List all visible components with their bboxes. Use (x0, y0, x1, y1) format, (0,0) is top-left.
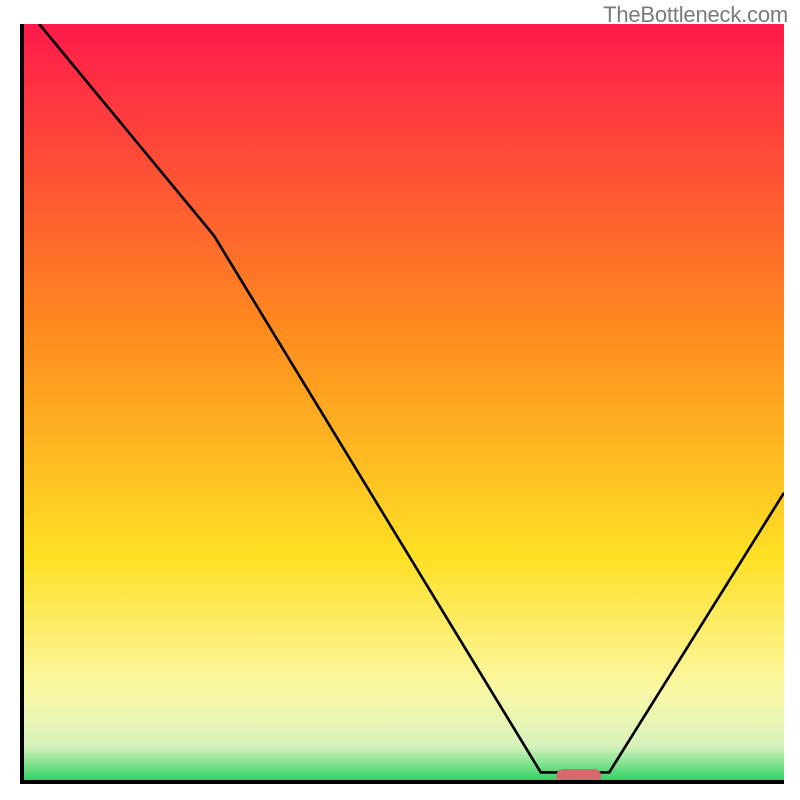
bottleneck-curve (24, 24, 784, 780)
plot-area (20, 24, 784, 784)
optimal-marker (556, 769, 602, 783)
chart-container: TheBottleneck.com (0, 0, 800, 800)
watermark-text: TheBottleneck.com (603, 2, 788, 28)
